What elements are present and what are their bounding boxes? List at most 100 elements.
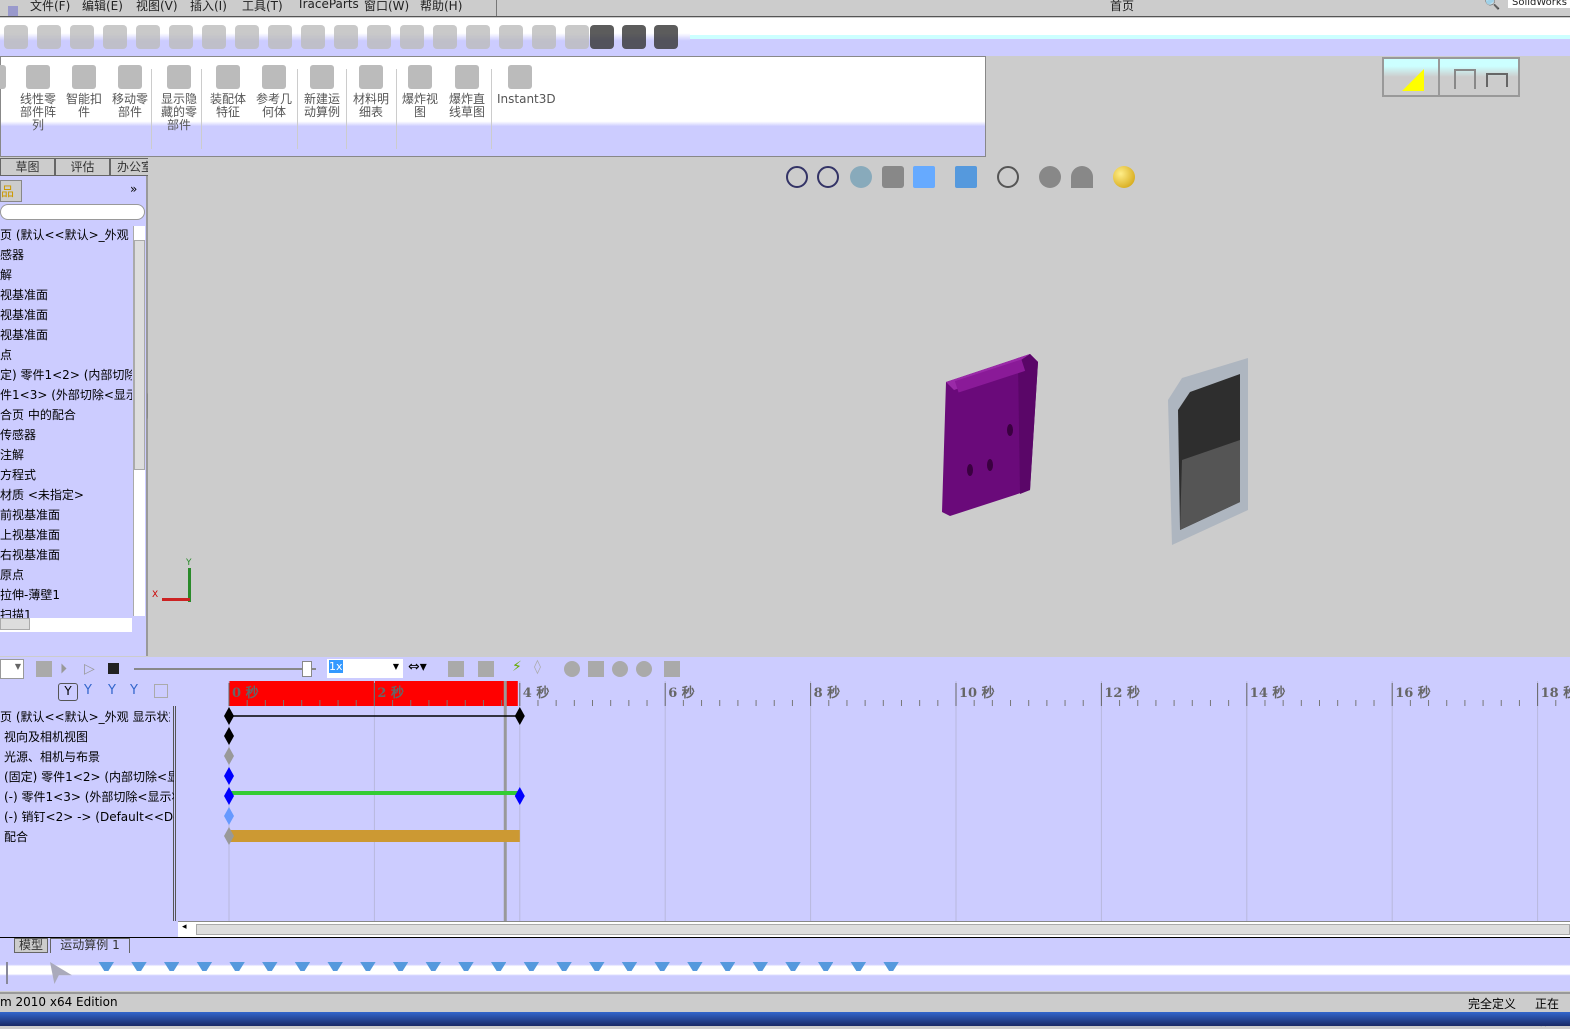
tree-item[interactable]: 感器	[0, 246, 132, 263]
tree-item[interactable]: 传感器	[0, 426, 132, 443]
tree-item[interactable]: 方程式	[0, 466, 132, 483]
check-icon[interactable]	[103, 25, 127, 49]
selection-filter-icon[interactable]	[654, 962, 670, 984]
key-point[interactable]	[224, 827, 234, 845]
ribbon-button-3[interactable]: 显示隐藏的零部件	[156, 65, 202, 132]
tree-item[interactable]: 原点	[0, 566, 132, 583]
timeline[interactable]: 0 秒 2 秒 4 秒 6 秒 8 秒 10 秒 12 秒 14 秒 16 秒 18 秒	[178, 681, 1570, 921]
change-bar[interactable]	[229, 830, 520, 842]
display-style-icon[interactable]	[955, 166, 977, 188]
selection-filter-icon[interactable]	[817, 962, 834, 984]
motion-tree-item[interactable]: (-) 销钉<2> -> (Default<<De	[4, 808, 174, 825]
ribbon-button-0[interactable]: 线性零部件阵列	[15, 65, 61, 132]
scrollbar-thumb[interactable]	[134, 240, 145, 470]
scrollbar-thumb[interactable]	[196, 924, 1570, 935]
selection-filter-icon[interactable]	[163, 962, 180, 984]
ribbon-button-2[interactable]: 移动零部件	[107, 65, 153, 119]
tree-item[interactable]: 上视基准面	[0, 526, 132, 543]
results-plots-icon[interactable]	[664, 661, 680, 677]
save-animation-icon[interactable]	[448, 661, 464, 677]
tree-item[interactable]: 件1<3> (外部切除<显示	[0, 386, 132, 403]
tree-item[interactable]: 点	[0, 346, 132, 363]
add-key-icon[interactable]: ◊	[534, 659, 541, 675]
ribbon-button-10[interactable]: Instant3D	[497, 65, 556, 106]
tree-item[interactable]: 拉伸-薄壁1	[0, 586, 132, 603]
selection-filter-icon[interactable]	[360, 962, 376, 984]
menu-window[interactable]: 窗口(W)	[364, 0, 409, 14]
motion-tree-item[interactable]: 光源、相机与布景	[4, 748, 174, 765]
menu-view[interactable]: 视图(V)	[136, 0, 178, 14]
gravity-icon[interactable]	[636, 661, 652, 677]
mass-properties-icon[interactable]	[37, 25, 61, 49]
shadow-icon[interactable]	[532, 25, 556, 49]
selection-filter-icon[interactable]	[523, 962, 540, 984]
selection-filter-icon[interactable]	[883, 962, 899, 984]
menu-tools[interactable]: 工具(T)	[242, 0, 283, 14]
ribbon-button-4[interactable]: 装配体特征	[205, 65, 251, 119]
tree-item[interactable]: 视基准面	[0, 326, 132, 343]
key-point[interactable]	[224, 787, 234, 805]
tree-item[interactable]: 前视基准面	[0, 506, 132, 523]
tree-item[interactable]: 视基准面	[0, 306, 132, 323]
tab-sketch[interactable]: 草图	[0, 158, 55, 176]
record-video-icon[interactable]	[622, 25, 646, 49]
config-manager-tab[interactable]: 品	[0, 180, 22, 202]
playback-slider-track[interactable]	[134, 668, 316, 670]
hscroll-thumb[interactable]	[0, 618, 30, 630]
contact-icon[interactable]	[612, 661, 628, 677]
key-point[interactable]	[224, 767, 234, 785]
camera-icon[interactable]	[590, 25, 614, 49]
section-properties-icon[interactable]	[70, 25, 94, 49]
clearance-icon[interactable]	[301, 25, 325, 49]
autokey-icon[interactable]: ⚡	[512, 659, 522, 675]
selection-filter-icon[interactable]	[589, 962, 605, 984]
key-point[interactable]	[224, 727, 234, 745]
play-icon[interactable]: ▷	[84, 661, 95, 677]
playback-slider-thumb[interactable]	[301, 661, 312, 677]
scroll-left-icon[interactable]: ◂	[182, 922, 187, 932]
menu-help[interactable]: 帮助(H)	[420, 0, 462, 14]
tree-item[interactable]: 合页 中的配合	[0, 406, 132, 423]
motion-tree-item[interactable]: 配合	[4, 828, 174, 845]
key-point[interactable]	[224, 747, 234, 765]
appearance-icon[interactable]	[1039, 166, 1061, 188]
selection-filter-icon[interactable]	[131, 962, 147, 984]
selection-filter-icon[interactable]	[327, 962, 343, 984]
view-orientation-icon[interactable]	[913, 166, 935, 188]
selection-filter-icon[interactable]	[392, 962, 409, 984]
selection-filter-icon[interactable]	[752, 962, 768, 984]
collapse-all-icon[interactable]	[154, 684, 168, 698]
motion-tree-item[interactable]: (固定) 零件1<2> (内部切除<显	[4, 768, 174, 785]
filter-results-icon[interactable]: Y	[130, 683, 148, 701]
search-input[interactable]: SolidWorks	[1508, 0, 1570, 8]
tree-item[interactable]: 定) 零件1<2> (内部切除	[0, 366, 132, 383]
selection-filter-icon[interactable]	[458, 962, 474, 984]
motion-analysis-icon[interactable]	[1402, 69, 1424, 91]
tree-item[interactable]: 右视基准面	[0, 546, 132, 563]
rotate-icon[interactable]	[565, 25, 589, 49]
selection-filter-icon[interactable]	[719, 962, 736, 984]
tree-hscrollbar[interactable]	[0, 618, 132, 632]
assembly-visualization-icon[interactable]	[499, 25, 523, 49]
filter-animated-icon[interactable]: Y	[58, 683, 78, 701]
selection-filter-icon[interactable]	[785, 962, 801, 984]
selection-filter-icon[interactable]	[98, 962, 114, 984]
spring-icon[interactable]	[588, 661, 604, 677]
hinge-part-2-transparent[interactable]	[1168, 358, 1248, 545]
motor-icon[interactable]	[564, 661, 580, 677]
hinge-part-1[interactable]	[942, 354, 1038, 516]
selection-filter-icon[interactable]	[196, 962, 213, 984]
tree-filter-input[interactable]	[0, 204, 145, 220]
play-from-start-icon[interactable]: ⏵	[60, 661, 67, 677]
tree-scrollbar[interactable]	[133, 226, 145, 616]
rebuild-icon[interactable]	[4, 25, 28, 49]
tree-item[interactable]: 视基准面	[0, 286, 132, 303]
tree-item[interactable]: 页 (默认<<默认>_外观 显	[0, 226, 132, 243]
motion-tree-item[interactable]: (-) 零件1<3> (外部切除<显示状	[4, 788, 174, 805]
tab-evaluate[interactable]: 评估	[55, 158, 110, 176]
interference-icon[interactable]	[202, 25, 226, 49]
select-arrow-icon[interactable]	[6, 962, 28, 984]
check-2-icon[interactable]	[136, 25, 160, 49]
key-point[interactable]	[224, 807, 234, 825]
filter-selected-icon[interactable]: Y	[108, 683, 126, 701]
